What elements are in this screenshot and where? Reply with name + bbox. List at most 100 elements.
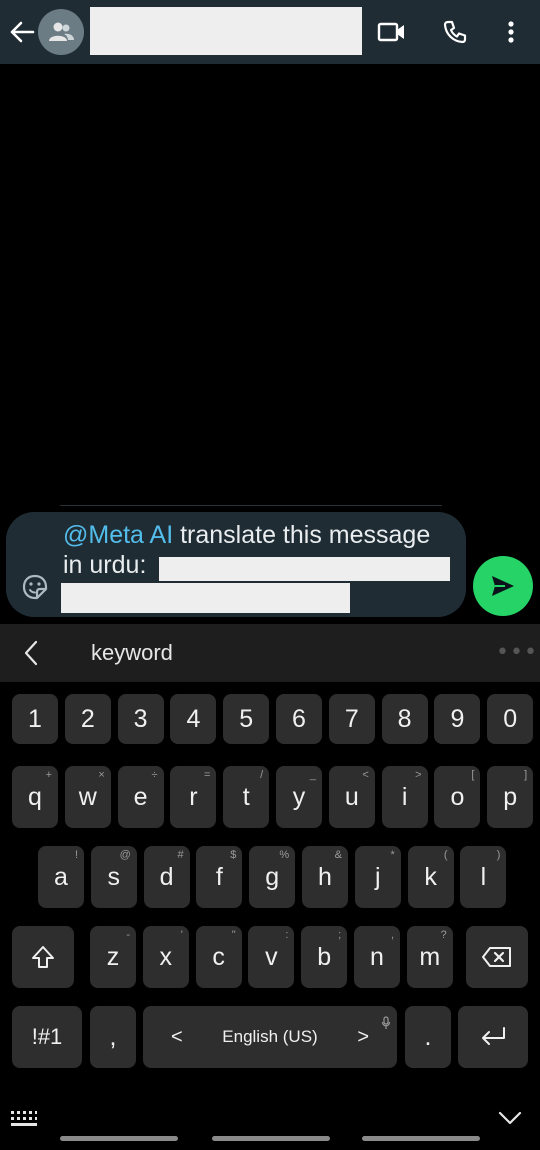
key-r[interactable]: r = <box>170 766 217 828</box>
language-next[interactable]: > <box>357 1026 369 1049</box>
key-a[interactable]: a! <box>38 846 84 908</box>
key-m[interactable]: m? <box>406 926 453 988</box>
key-0[interactable]: 0 <box>487 694 534 744</box>
key-6[interactable]: 6 <box>276 694 322 744</box>
key-4[interactable]: 4 <box>170 694 217 744</box>
key-3[interactable]: 3 <box>117 694 164 744</box>
more-dots-icon[interactable]: ••• <box>496 640 538 665</box>
key-6-label: 6 <box>292 704 306 733</box>
key-5[interactable]: 5 <box>223 694 270 744</box>
key-d[interactable]: d # <box>143 846 190 908</box>
backspace-key[interactable] <box>466 926 528 988</box>
key-i-hint: > <box>415 769 422 781</box>
key-7[interactable]: 7 <box>328 694 375 744</box>
key-u-label: u <box>344 782 359 811</box>
key-w-label: w <box>78 782 97 811</box>
key-g-hint: % <box>279 849 290 861</box>
sticker-icon[interactable] <box>20 572 50 602</box>
voice-call-icon[interactable] <box>437 14 473 50</box>
chat-header <box>0 0 540 64</box>
redacted-text-2 <box>61 583 350 613</box>
nav-pill-left[interactable] <box>60 1136 178 1141</box>
key-m-label: m <box>419 942 441 971</box>
key-e[interactable]: e ÷ <box>117 766 164 828</box>
suggestion-keyword[interactable]: keyword <box>91 640 173 666</box>
chevron-down-icon[interactable] <box>498 1110 522 1130</box>
more-vert-icon[interactable] <box>493 14 529 50</box>
key-s[interactable]: s @ <box>90 846 137 908</box>
shift-key[interactable] <box>12 926 74 988</box>
space-language-label: English (US) <box>222 1027 318 1046</box>
key-2-label: 2 <box>80 704 95 733</box>
key-f[interactable]: f $ <box>196 846 243 908</box>
key-g-label: g <box>265 862 280 891</box>
key-e-hint: ÷ <box>151 769 158 781</box>
message-text-line1: translate this message <box>173 521 431 549</box>
key-j[interactable]: j * <box>354 846 401 908</box>
key-w-hint: × <box>98 769 105 781</box>
key-p[interactable]: p] <box>487 766 534 828</box>
keyboard-grid-icon[interactable] <box>10 1110 38 1132</box>
key-q[interactable]: q + <box>12 766 58 828</box>
message-composer[interactable]: @Meta AI translate this message in urdu: <box>6 512 466 617</box>
key-c[interactable]: c " <box>195 926 242 988</box>
keyboard-suggestion-bar: keyword ••• <box>0 624 540 682</box>
key-u-hint: < <box>362 769 369 781</box>
key-d-hint: # <box>177 849 184 861</box>
key-q-label: q <box>28 782 42 811</box>
key-q-hint: + <box>45 769 52 781</box>
key-v[interactable]: v: <box>248 926 295 988</box>
video-call-icon[interactable] <box>374 14 410 50</box>
keyboard: keyword ••• 1 2 3 4 5 6 7 8 9 0 q + w × e ÷ r = t / y _ u < i > o[… <box>0 624 540 1150</box>
key-9[interactable]: 9 <box>434 694 481 744</box>
key-m-hint: ? <box>440 929 447 941</box>
key-n-hint: , <box>390 929 394 941</box>
key-r-label: r <box>189 782 198 811</box>
key-c-label: c <box>212 942 225 971</box>
key-t[interactable]: t / <box>223 766 270 828</box>
group-avatar-icon[interactable] <box>38 9 84 55</box>
back-arrow-icon[interactable] <box>8 16 36 48</box>
key-1[interactable]: 1 <box>12 694 58 744</box>
key-2[interactable]: 2 <box>64 694 111 744</box>
key-o-hint: [ <box>471 769 475 781</box>
period-key[interactable]: . <box>405 1006 451 1068</box>
key-9-label: 9 <box>450 704 465 733</box>
key-8[interactable]: 8 <box>381 694 428 744</box>
key-b[interactable]: b; <box>301 926 348 988</box>
nav-pill-center[interactable] <box>212 1136 330 1141</box>
key-g[interactable]: g% <box>249 846 296 908</box>
key-p-label: p <box>503 782 518 811</box>
space-key[interactable]: < English (US) > <box>143 1006 397 1068</box>
key-n-label: n <box>370 942 384 971</box>
key-h-hint: & <box>334 849 342 861</box>
key-y[interactable]: y _ <box>276 766 322 828</box>
key-f-hint: $ <box>230 849 237 861</box>
microphone-icon <box>381 1008 391 1037</box>
enter-key[interactable] <box>458 1006 528 1068</box>
key-8-label: 8 <box>397 704 412 733</box>
key-o[interactable]: o[ <box>434 766 481 828</box>
key-z[interactable]: z- <box>90 926 136 988</box>
send-icon <box>492 576 514 596</box>
key-z-hint: - <box>126 929 130 941</box>
key-a-label: a <box>54 862 68 891</box>
nav-pill-right[interactable] <box>362 1136 480 1141</box>
contact-name-redacted[interactable] <box>90 7 362 55</box>
symbols-key[interactable]: !#1 <box>12 1006 82 1068</box>
chevron-left-icon[interactable] <box>16 638 46 668</box>
send-button[interactable] <box>473 556 533 616</box>
language-prev[interactable]: < <box>171 1026 183 1049</box>
key-w[interactable]: w × <box>64 766 111 828</box>
key-u[interactable]: u < <box>328 766 375 828</box>
key-x-label: x <box>159 942 173 971</box>
key-k[interactable]: k( <box>407 846 454 908</box>
comma-key[interactable]: , <box>90 1006 136 1068</box>
key-i[interactable]: i > <box>381 766 428 828</box>
key-y-label: y <box>292 782 306 811</box>
key-h[interactable]: h & <box>302 846 348 908</box>
key-n[interactable]: n, <box>354 926 400 988</box>
enter-icon <box>482 1027 505 1045</box>
key-l[interactable]: l) <box>460 846 507 908</box>
key-x[interactable]: x ' <box>142 926 189 988</box>
